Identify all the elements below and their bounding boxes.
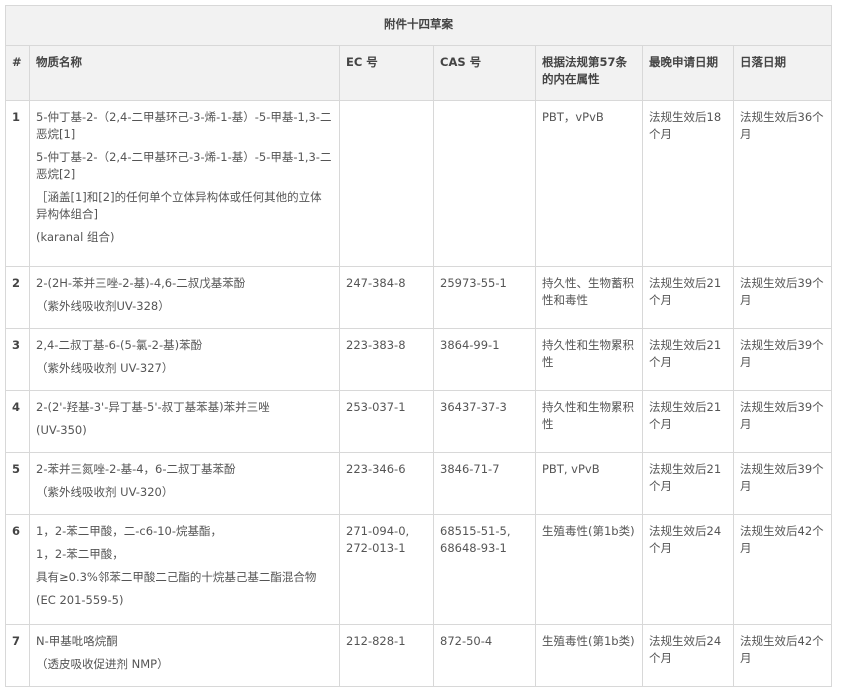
sunset-date: 法规生效后39个月 <box>732 266 833 329</box>
ec-number: 271-094-0, 272-013-1 <box>339 514 434 625</box>
substance-name-cell: N-甲基吡咯烷酮 （透皮吸收促进剂 NMP） <box>29 624 340 687</box>
substance-name-cell: 2,4-二叔丁基-6-(5-氯-2-基)苯酚 （紫外线吸收剂 UV-327） <box>29 328 340 391</box>
table-row: 3 2,4-二叔丁基-6-(5-氯-2-基)苯酚 （紫外线吸收剂 UV-327） 22… <box>5 328 833 391</box>
table-title-row: 附件十四草案 <box>4 5 833 46</box>
row-number: 1 <box>5 100 30 267</box>
substance-name-line: （紫外线吸收剂 UV-327） <box>36 361 174 375</box>
cas-number: 36437-37-3 <box>433 390 536 453</box>
intrinsic-property: PBT，vPvB <box>535 100 643 267</box>
table-row: 1 5-仲丁基-2-（2,4-二甲基环己-3-烯-1-基）-5-甲基-1,3-二恶… <box>5 100 833 267</box>
row-number: 3 <box>5 328 30 391</box>
ec-number <box>339 100 434 267</box>
substance-name-line: （紫外线吸收剂UV-328） <box>36 299 170 313</box>
row-number: 7 <box>5 624 30 687</box>
header-number: # <box>5 45 30 101</box>
table-row: 2 2-(2H-苯并三唑-2-基)-4,6-二叔戊基苯酚 （紫外线吸收剂UV-328… <box>5 266 833 329</box>
sunset-date: 法规生效后36个月 <box>732 100 833 267</box>
sunset-date: 法规生效后39个月 <box>732 328 833 391</box>
ec-number: 253-037-1 <box>339 390 434 453</box>
row-number: 4 <box>5 390 30 453</box>
header-cas-number: CAS 号 <box>433 45 536 101</box>
substance-name-cell: 2-(2'-羟基-3'-异丁基-5'-叔丁基苯基)苯并三唑 (UV-350) <box>29 390 340 453</box>
substance-name-line: (karanal 组合) <box>36 230 115 244</box>
substance-name-line: (UV-350) <box>36 423 87 437</box>
substance-name-line: （紫外线吸收剂 UV-320） <box>36 485 174 499</box>
ec-number: 223-383-8 <box>339 328 434 391</box>
substance-name-line: 2,4-二叔丁基-6-(5-氯-2-基)苯酚 <box>36 338 203 352</box>
sunset-date: 法规生效后42个月 <box>732 514 833 625</box>
latest-application-date: 法规生效后24个月 <box>642 514 734 625</box>
row-number: 5 <box>5 452 30 515</box>
cas-number: 68515-51-5, 68648-93-1 <box>433 514 536 625</box>
sunset-date: 法规生效后42个月 <box>732 624 833 687</box>
intrinsic-property: 生殖毒性(第1b类) <box>535 514 643 625</box>
header-intrinsic-property: 根据法规第57条的内在属性 <box>535 45 643 101</box>
substance-name-line: 2-(2'-羟基-3'-异丁基-5'-叔丁基苯基)苯并三唑 <box>36 400 270 414</box>
table-row: 6 1，2-苯二甲酸，二-c6-10-烷基酯， 1，2-苯二甲酸， 具有≥0.3%邻苯… <box>5 514 833 625</box>
header-ec-number: EC 号 <box>339 45 434 101</box>
header-latest-application-date: 最晚申请日期 <box>642 45 734 101</box>
table-header-row: # 物质名称 EC 号 CAS 号 根据法规第57条的内在属性 最晚申请日期 日… <box>5 45 833 101</box>
substance-name-line: (EC 201-559-5) <box>36 593 124 607</box>
table-title: 附件十四草案 <box>4 5 833 46</box>
annex-table: 附件十四草案 # 物质名称 EC 号 CAS 号 根据法规第57条的内在属性 最… <box>4 5 833 687</box>
substance-name-line: 具有≥0.3%邻苯二甲酸二己酯的十烷基己基二酯混合物 <box>36 570 317 584</box>
latest-application-date: 法规生效后21个月 <box>642 390 734 453</box>
intrinsic-property: 持久性、生物蓄积性和毒性 <box>535 266 643 329</box>
substance-name-line: （透皮吸收促进剂 NMP） <box>36 657 169 671</box>
header-substance-name: 物质名称 <box>29 45 340 101</box>
substance-name-line: 5-仲丁基-2-（2,4-二甲基环己-3-烯-1-基）-5-甲基-1,3-二恶烷… <box>36 110 332 141</box>
intrinsic-property: 持久性和生物累积性 <box>535 390 643 453</box>
cas-number <box>433 100 536 267</box>
substance-name-cell: 2-(2H-苯并三唑-2-基)-4,6-二叔戊基苯酚 （紫外线吸收剂UV-328） <box>29 266 340 329</box>
latest-application-date: 法规生效后21个月 <box>642 328 734 391</box>
cas-number: 3846-71-7 <box>433 452 536 515</box>
row-number: 2 <box>5 266 30 329</box>
cas-number: 25973-55-1 <box>433 266 536 329</box>
latest-application-date: 法规生效后24个月 <box>642 624 734 687</box>
ec-number: 247-384-8 <box>339 266 434 329</box>
substance-name-line: N-甲基吡咯烷酮 <box>36 634 118 648</box>
substance-name-line: 2-(2H-苯并三唑-2-基)-4,6-二叔戊基苯酚 <box>36 276 246 290</box>
table-row: 4 2-(2'-羟基-3'-异丁基-5'-叔丁基苯基)苯并三唑 (UV-350) 25… <box>5 390 833 453</box>
ec-number: 223-346-6 <box>339 452 434 515</box>
header-sunset-date: 日落日期 <box>732 45 833 101</box>
intrinsic-property: 持久性和生物累积性 <box>535 328 643 391</box>
table-body: 1 5-仲丁基-2-（2,4-二甲基环己-3-烯-1-基）-5-甲基-1,3-二恶… <box>5 100 833 687</box>
sunset-date: 法规生效后39个月 <box>732 390 833 453</box>
row-number: 6 <box>5 514 30 625</box>
substance-name-cell: 1，2-苯二甲酸，二-c6-10-烷基酯， 1，2-苯二甲酸， 具有≥0.3%邻苯二… <box>29 514 340 625</box>
substance-name-cell: 5-仲丁基-2-（2,4-二甲基环己-3-烯-1-基）-5-甲基-1,3-二恶烷… <box>29 100 340 267</box>
substance-name-line: 2-苯并三氮唑-2-基-4，6-二叔丁基苯酚 <box>36 462 236 476</box>
sunset-date: 法规生效后39个月 <box>732 452 833 515</box>
substance-name-line: ［涵盖[1]和[2]的任何单个立体异构体或任何其他的立体异构体组合] <box>36 190 322 221</box>
table-row: 5 2-苯并三氮唑-2-基-4，6-二叔丁基苯酚 （紫外线吸收剂 UV-320） 22… <box>5 452 833 515</box>
latest-application-date: 法规生效后21个月 <box>642 266 734 329</box>
latest-application-date: 法规生效后18个月 <box>642 100 734 267</box>
ec-number: 212-828-1 <box>339 624 434 687</box>
intrinsic-property: PBT, vPvB <box>535 452 643 515</box>
table-row: 7 N-甲基吡咯烷酮 （透皮吸收促进剂 NMP） 212-828-1 872-50-4 生… <box>5 624 833 687</box>
substance-name-line: 1，2-苯二甲酸， <box>36 547 124 561</box>
substance-name-cell: 2-苯并三氮唑-2-基-4，6-二叔丁基苯酚 （紫外线吸收剂 UV-320） <box>29 452 340 515</box>
latest-application-date: 法规生效后21个月 <box>642 452 734 515</box>
substance-name-line: 1，2-苯二甲酸，二-c6-10-烷基酯， <box>36 524 223 538</box>
cas-number: 3864-99-1 <box>433 328 536 391</box>
substance-name-line: 5-仲丁基-2-（2,4-二甲基环己-3-烯-1-基）-5-甲基-1,3-二恶烷… <box>36 150 332 181</box>
intrinsic-property: 生殖毒性(第1b类) <box>535 624 643 687</box>
cas-number: 872-50-4 <box>433 624 536 687</box>
